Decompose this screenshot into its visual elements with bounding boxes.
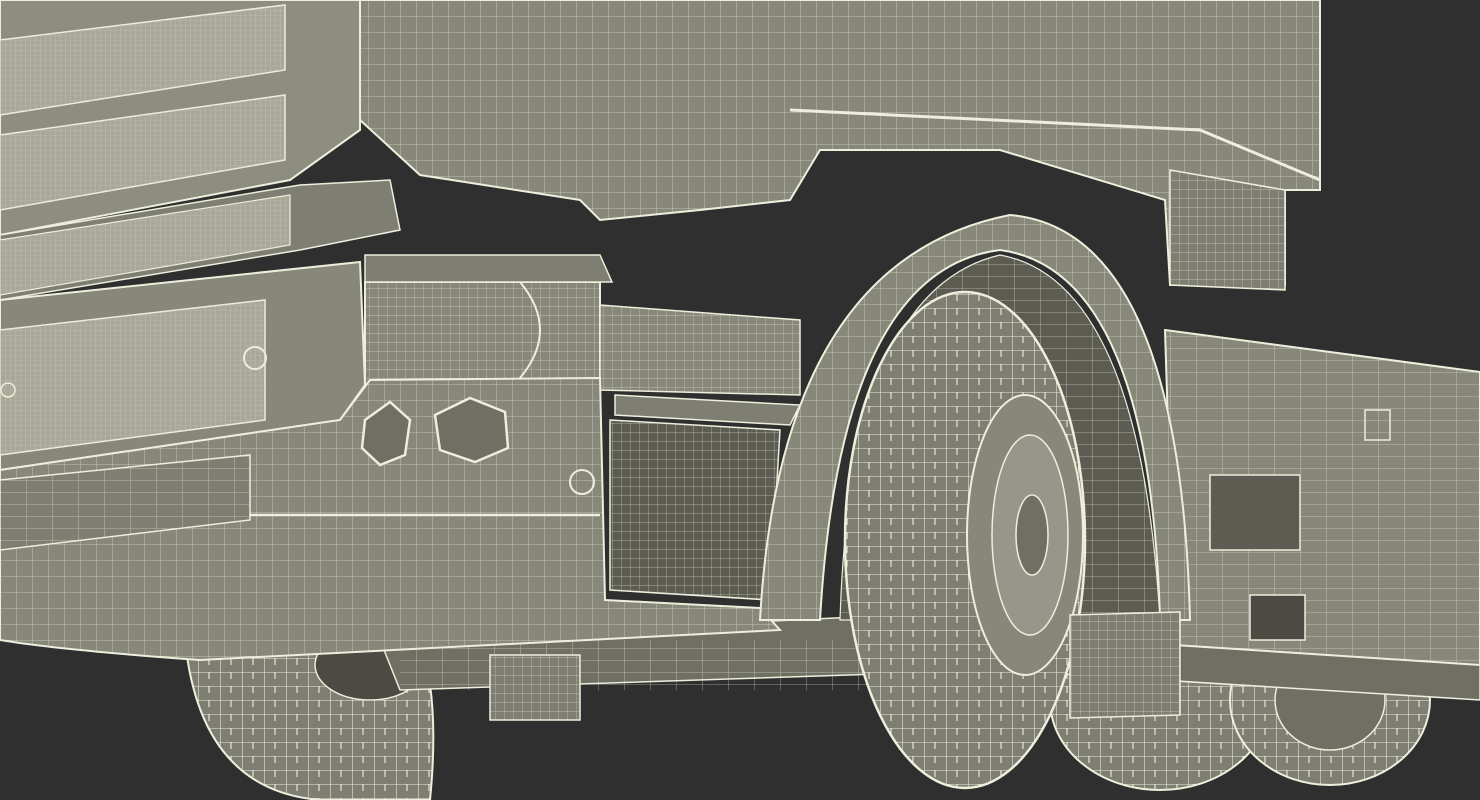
side-step bbox=[599, 304, 802, 426]
mud-flap bbox=[1069, 611, 1181, 719]
cab-body bbox=[359, 0, 1321, 291]
truck-render-scene bbox=[0, 0, 1480, 800]
front-tire bbox=[843, 290, 1087, 790]
headlight bbox=[364, 254, 614, 387]
truck-wireframe-illustration bbox=[0, 0, 1480, 800]
front-grille bbox=[0, 0, 401, 301]
wheel-hub bbox=[1015, 494, 1049, 576]
side-tank bbox=[1163, 328, 1480, 667]
